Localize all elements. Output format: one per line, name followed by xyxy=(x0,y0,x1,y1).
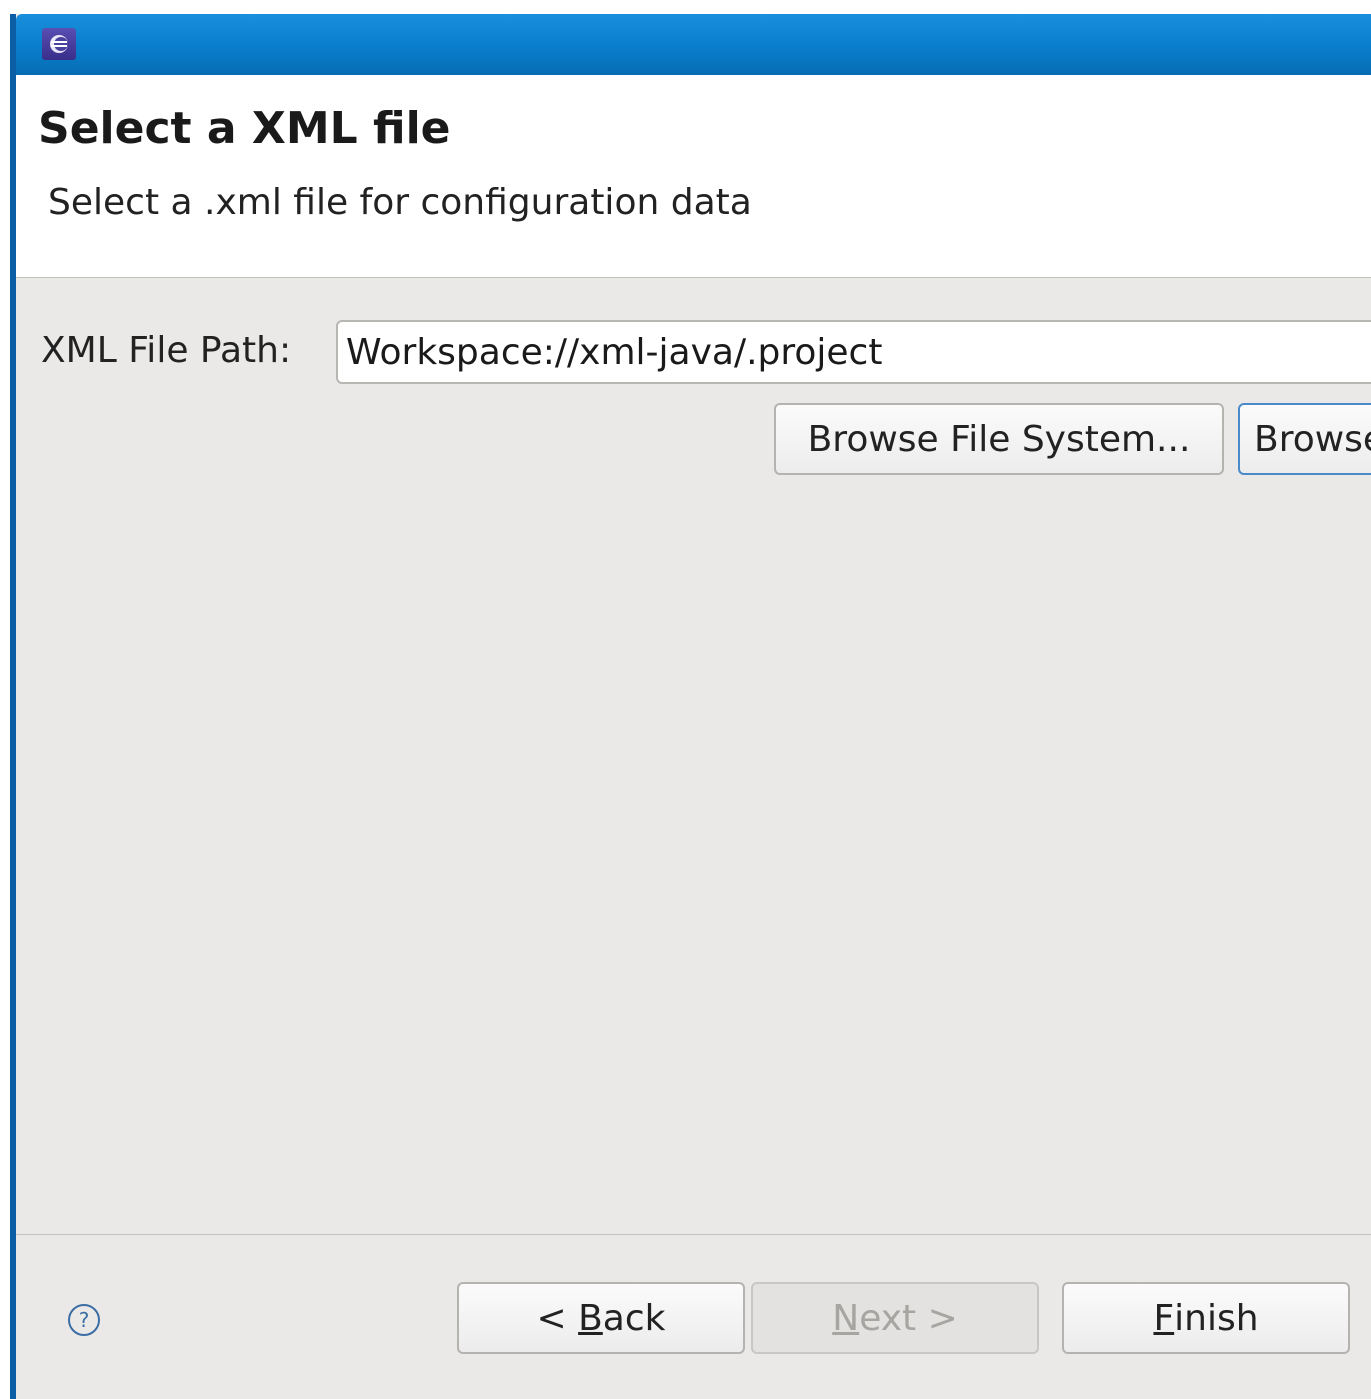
help-icon[interactable]: ? xyxy=(68,1304,100,1336)
next-button[interactable]: Next > xyxy=(751,1282,1039,1354)
wizard-dialog: Select a XML file Select a .xml file for… xyxy=(10,14,1371,1399)
back-button[interactable]: < Back xyxy=(457,1282,745,1354)
back-button-prefix: < xyxy=(536,1297,579,1339)
browse-file-system-button[interactable]: Browse File System... xyxy=(774,403,1224,475)
page-title: Select a XML file xyxy=(38,103,451,154)
back-button-mnemonic: B xyxy=(578,1297,603,1339)
back-button-rest: ack xyxy=(602,1297,666,1339)
finish-button-rest: inish xyxy=(1174,1297,1259,1339)
finish-button[interactable]: Finish xyxy=(1062,1282,1350,1354)
finish-button-mnemonic: F xyxy=(1153,1297,1175,1339)
page-description: Select a .xml file for configuration dat… xyxy=(48,182,752,223)
eclipse-icon xyxy=(42,28,76,60)
next-button-mnemonic: N xyxy=(832,1297,860,1339)
xml-file-path-input[interactable] xyxy=(336,320,1371,384)
footer-separator xyxy=(16,1234,1371,1235)
xml-file-path-label: XML File Path: xyxy=(41,330,292,371)
next-button-rest: ext > xyxy=(859,1297,958,1339)
browse-workspace-button[interactable]: Browse Workspace... xyxy=(1238,403,1371,475)
title-bar[interactable] xyxy=(16,14,1371,75)
wizard-header: Select a XML file Select a .xml file for… xyxy=(16,75,1371,278)
